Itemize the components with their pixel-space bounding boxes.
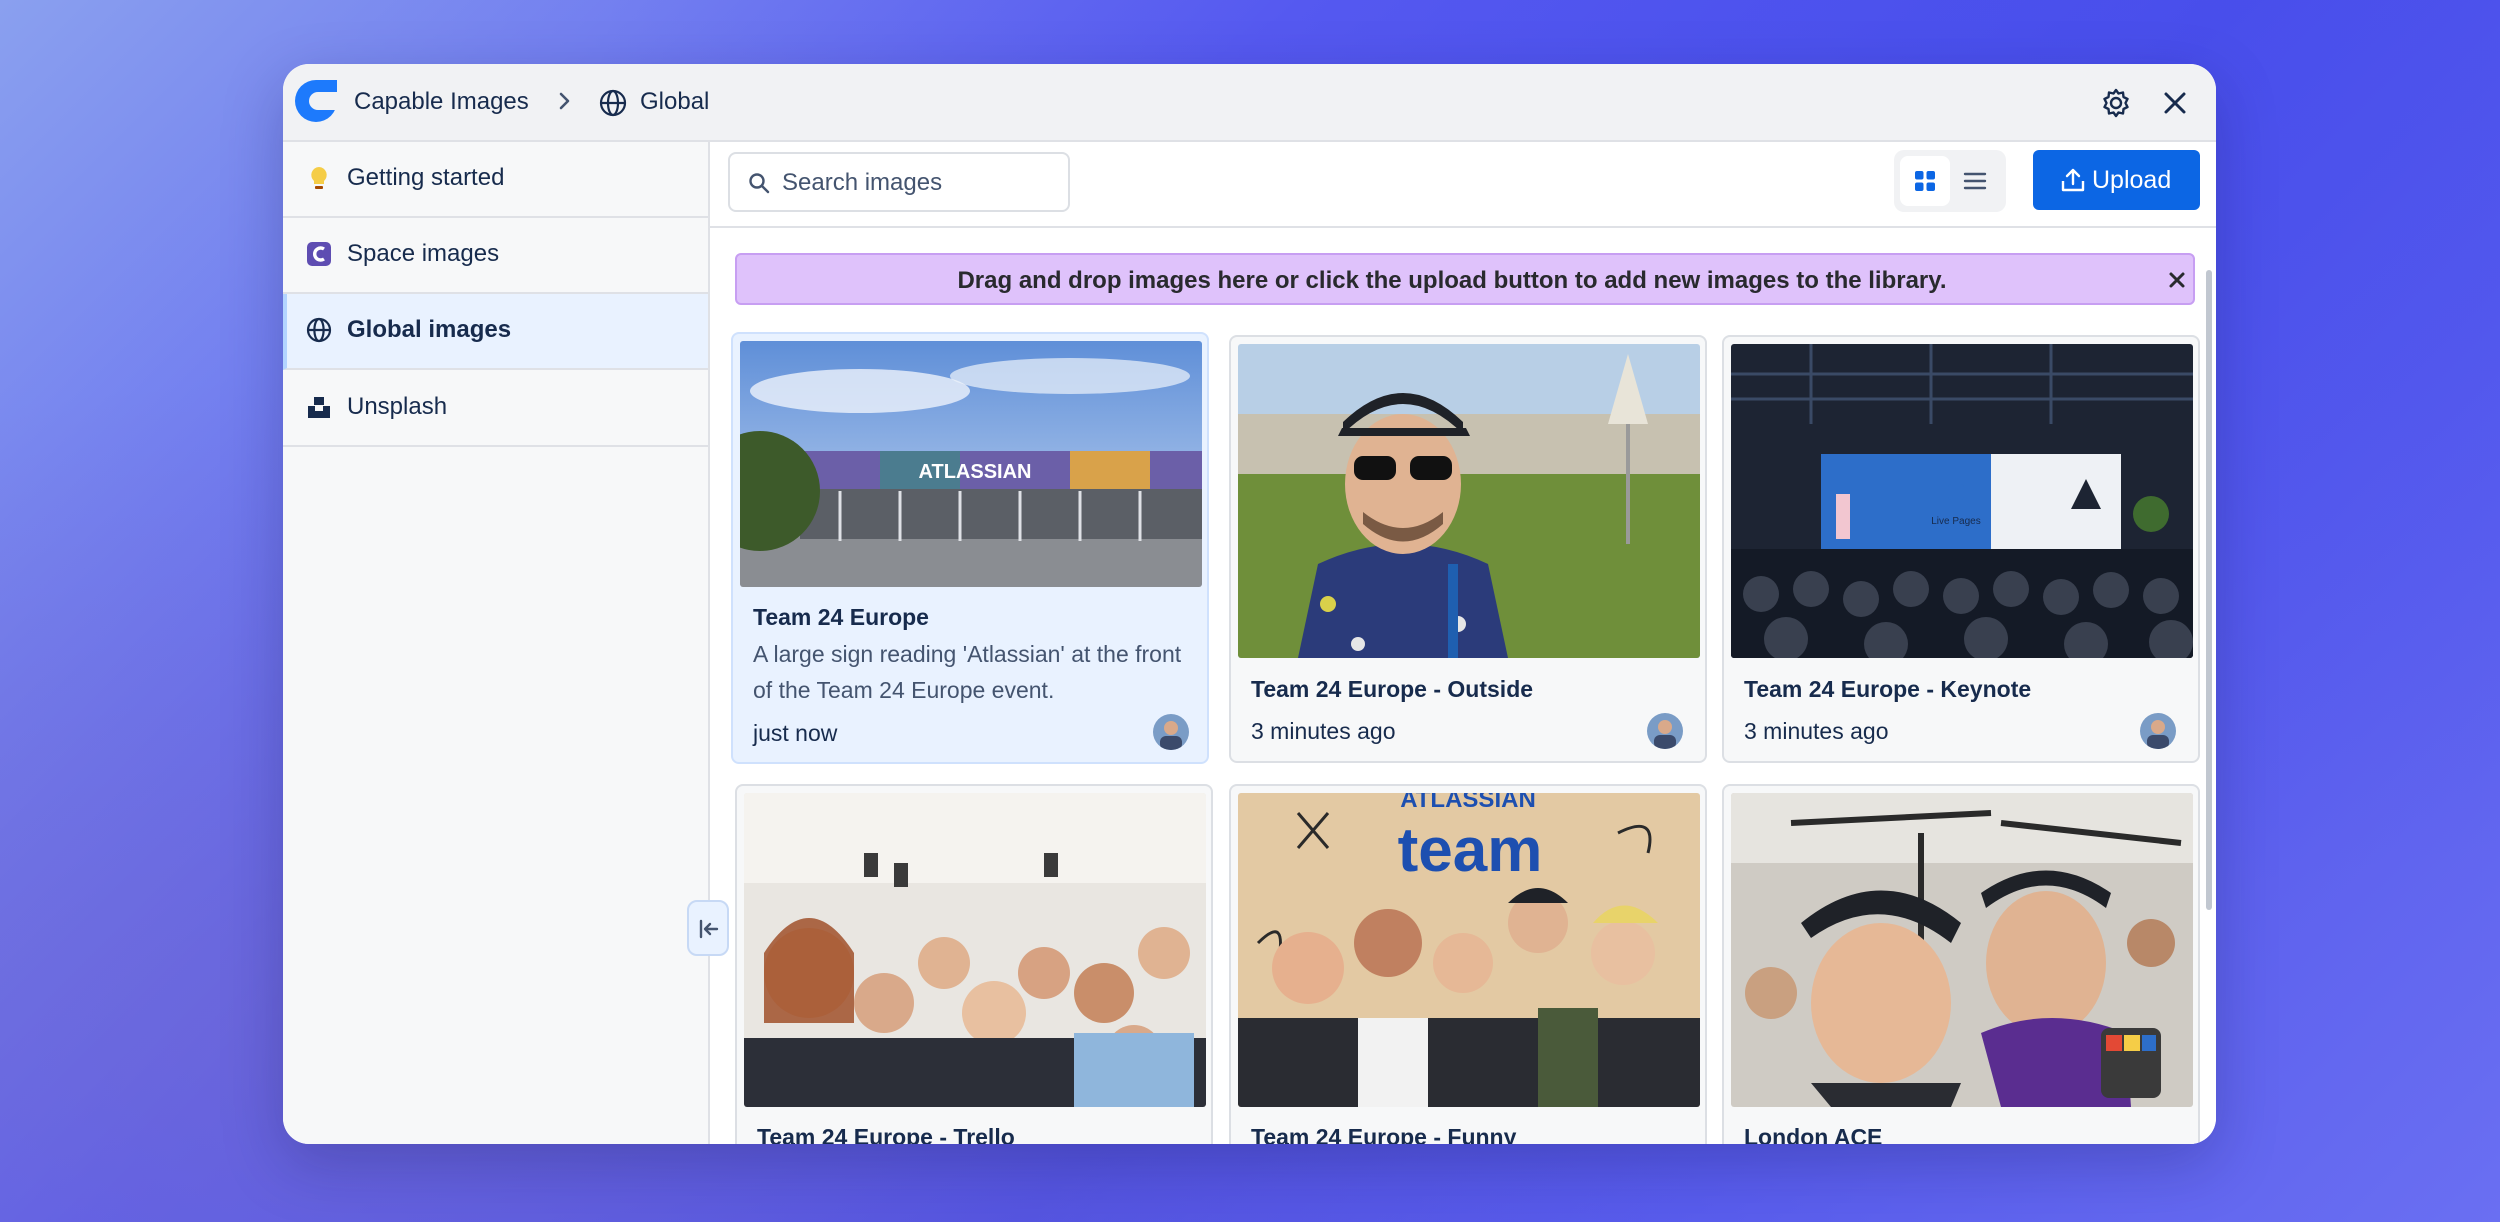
- stage-screen-text: Live Pages: [1931, 516, 1980, 527]
- sidebar-item-getting-started[interactable]: Getting started: [283, 142, 708, 218]
- image-card[interactable]: London ACE: [1722, 784, 2200, 1144]
- grid-view-button[interactable]: [1900, 156, 1950, 206]
- sidebar-item-label: Getting started: [347, 164, 505, 191]
- sidebar-item-label: Global images: [347, 316, 512, 343]
- search-box[interactable]: [728, 152, 1070, 212]
- unsplash-icon: [308, 397, 330, 418]
- image-title: London ACE: [1744, 1124, 1883, 1144]
- avatar: [1647, 713, 1683, 749]
- collapse-sidebar-button[interactable]: [687, 900, 729, 956]
- main-panel: Upload Drag and drop images here or clic…: [710, 142, 2216, 1144]
- image-thumbnail: [1731, 793, 2193, 1107]
- image-thumbnail: [744, 793, 1206, 1107]
- capable-images-window: Capable Images Global Getting started Sp…: [283, 64, 2216, 1144]
- capable-logo-icon: [295, 80, 339, 122]
- image-timestamp: 3 minutes ago: [1744, 718, 1889, 744]
- image-title: Team 24 Europe - Trello: [757, 1124, 1015, 1144]
- close-icon[interactable]: [2159, 87, 2191, 119]
- image-card[interactable]: Team 24 Europe - Outside 3 minutes ago: [1229, 335, 1707, 763]
- upload-label: Upload: [2092, 166, 2172, 194]
- list-view-button[interactable]: [1950, 156, 2000, 206]
- upload-icon: [2061, 168, 2085, 192]
- image-title: Team 24 Europe - Keynote: [1744, 676, 2032, 702]
- upload-button[interactable]: Upload: [2033, 150, 2200, 210]
- info-banner: Drag and drop images here or click the u…: [735, 253, 2195, 305]
- chevron-right-icon: [559, 92, 570, 110]
- breadcrumb-space[interactable]: Global: [640, 88, 709, 116]
- image-thumbnail: [1238, 344, 1700, 658]
- dismiss-banner-icon[interactable]: [2165, 268, 2189, 292]
- wall-word-text: team: [1398, 816, 1543, 885]
- image-thumbnail: Live Pages: [1731, 344, 2193, 658]
- banner-text: Drag and drop images here or click the u…: [957, 267, 1947, 294]
- globe-icon: [599, 89, 627, 117]
- search-input[interactable]: [782, 164, 1062, 202]
- image-timestamp: 3 minutes ago: [1251, 718, 1396, 744]
- wall-brand-text: ATLASSIAN: [1400, 793, 1536, 813]
- list-icon: [1963, 172, 1987, 190]
- image-grid: Drag and drop images here or click the u…: [710, 230, 2216, 1144]
- image-card[interactable]: Live Pages Team 24 Europe - Keynote 3 mi…: [1722, 335, 2200, 763]
- image-timestamp: just now: [753, 720, 838, 746]
- sidebar-item-global-images[interactable]: Global images: [283, 294, 708, 370]
- building-sign-text: ATLASSIAN: [919, 461, 1032, 483]
- sidebar-item-space-images[interactable]: Space images: [283, 218, 708, 294]
- sidebar-item-unsplash[interactable]: Unsplash: [283, 371, 708, 447]
- avatar: [1153, 714, 1189, 750]
- view-toggle: [1894, 150, 2006, 212]
- image-title: Team 24 Europe - Funny: [1251, 1124, 1517, 1144]
- globe-icon: [306, 317, 332, 343]
- toolbar: Upload: [710, 142, 2216, 228]
- gear-icon[interactable]: [2099, 86, 2133, 120]
- image-card[interactable]: ATLASSIAN Team 24 Europe A large sign re…: [731, 332, 1209, 764]
- collapse-left-icon: [699, 919, 719, 939]
- sidebar: Getting started Space images Global imag…: [283, 142, 710, 1144]
- sidebar-item-label: Unsplash: [347, 393, 448, 420]
- image-thumbnail: ATLASSIAN: [740, 341, 1202, 587]
- image-thumbnail: ATLASSIAN team: [1238, 793, 1700, 1107]
- sidebar-item-label: Space images: [347, 240, 500, 267]
- title-bar: Capable Images Global: [283, 64, 2216, 142]
- app-name: Capable Images: [354, 88, 529, 115]
- search-icon: [749, 173, 770, 194]
- scrollbar[interactable]: [2206, 270, 2212, 910]
- image-card[interactable]: ATLASSIAN team Team 24 Europe - Funny: [1229, 784, 1707, 1144]
- image-description: A large sign reading 'Atlassian' at the …: [753, 641, 1182, 703]
- space-icon: [307, 242, 331, 266]
- grid-icon: [1915, 171, 1935, 191]
- image-title: Team 24 Europe: [753, 604, 929, 630]
- avatar: [2140, 713, 2176, 749]
- image-title: Team 24 Europe - Outside: [1251, 676, 1534, 702]
- image-card[interactable]: Team 24 Europe - Trello: [735, 784, 1213, 1144]
- lightbulb-icon: [311, 167, 327, 189]
